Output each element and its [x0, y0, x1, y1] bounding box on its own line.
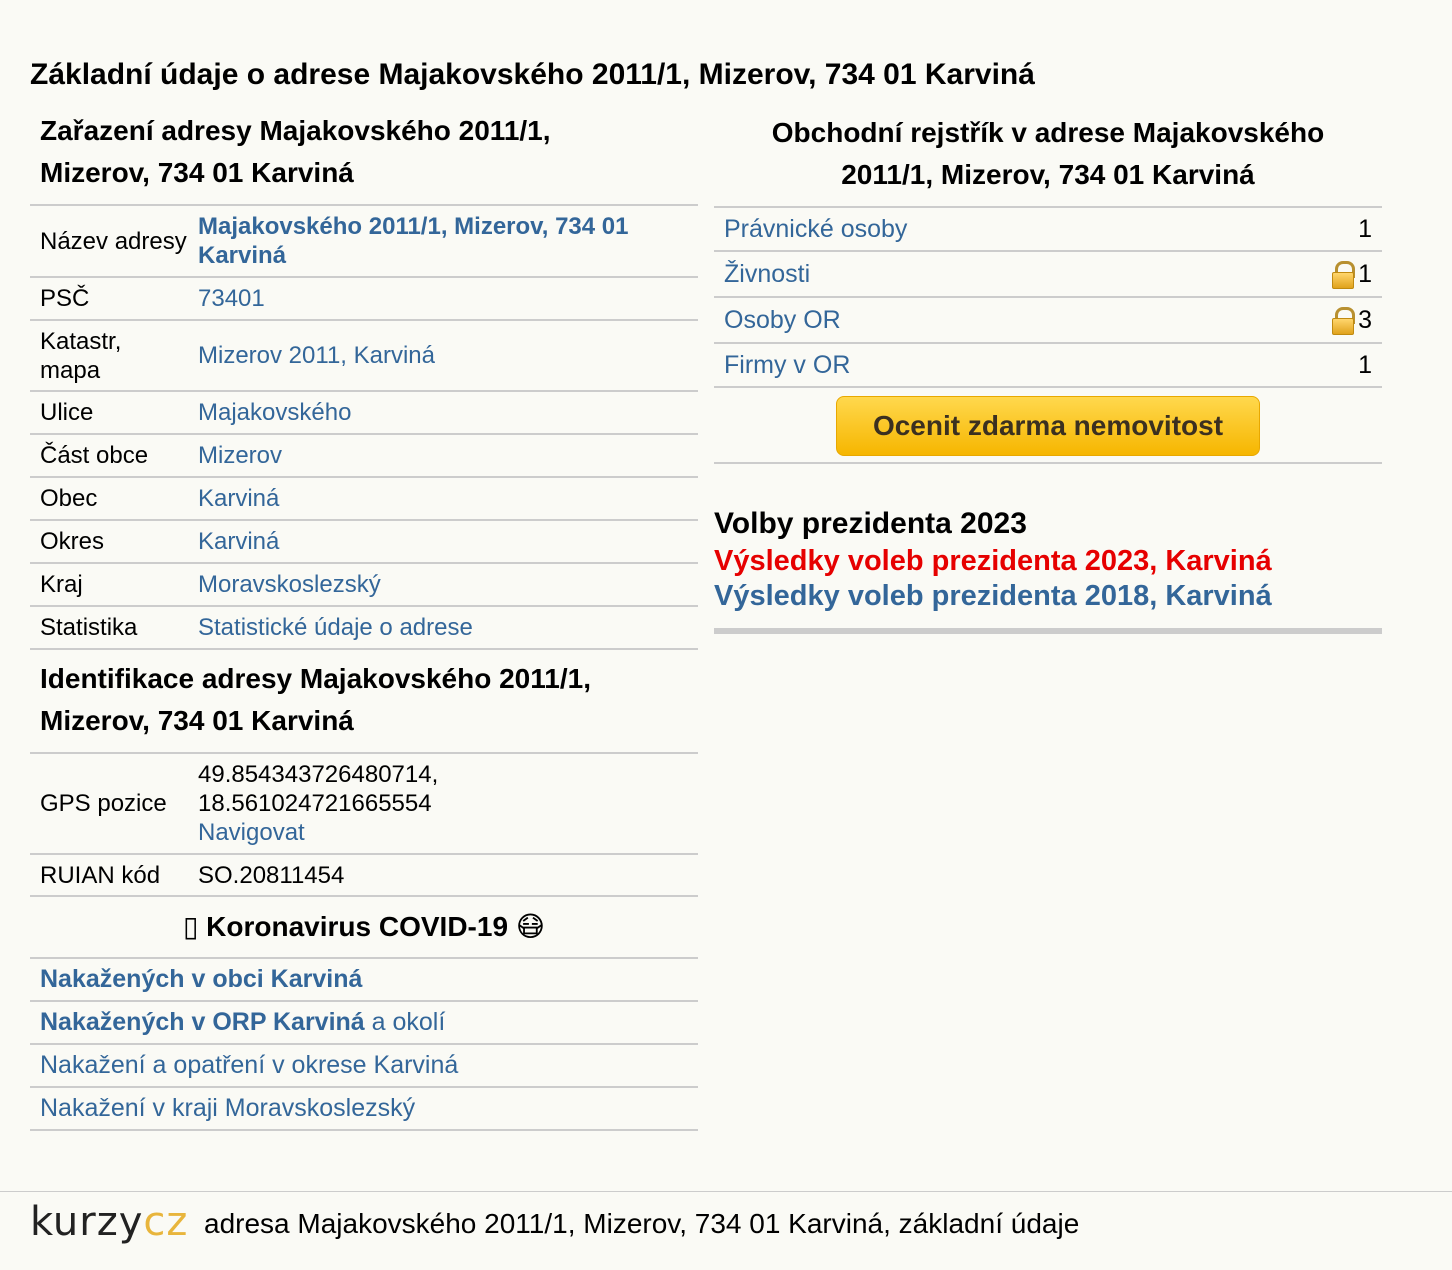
katastr-link[interactable]: Mizerov 2011, Karviná	[198, 342, 435, 369]
ocenit-nemovitost-button[interactable]: Ocenit zdarma nemovitost	[836, 396, 1260, 456]
right-column: Obchodní rejstřík v adrese Majakovského …	[714, 110, 1382, 634]
volby-2018-link[interactable]: Výsledky voleb prezidenta 2018, Karviná	[714, 579, 1382, 614]
table-row: GPS pozice 49.854343726480714, 18.561024…	[30, 754, 698, 855]
osoby-or-link[interactable]: Osoby OR	[724, 306, 1332, 335]
row-label: Kraj	[30, 563, 198, 607]
logo-cz-text: cz	[143, 1199, 189, 1245]
row-label: Část obce	[30, 434, 198, 478]
left-column: Zařazení adresy Majakovského 2011/1, Miz…	[30, 110, 698, 1131]
table-row: Obec Karviná	[30, 477, 698, 521]
rejstrik-row-pravnicke-osoby: Právnické osoby 1	[714, 208, 1382, 252]
zarazeni-heading: Zařazení adresy Majakovského 2011/1, Miz…	[30, 110, 698, 206]
lock-icon[interactable]	[1332, 261, 1356, 289]
row-label: Ulice	[30, 391, 198, 435]
divider	[714, 628, 1382, 634]
rejstrik-heading-line1: Obchodní rejstřík v adrese Majakovského	[771, 117, 1325, 148]
footer: kurzycz adresa Majakovského 2011/1, Mize…	[0, 1191, 1452, 1270]
rejstrik-heading-line2: 2011/1, Mizerov, 734 01 Karviná	[841, 159, 1255, 190]
count-value: 3	[1358, 305, 1372, 334]
row-label: Název adresy	[30, 206, 198, 278]
zivnosti-link[interactable]: Živnosti	[724, 260, 1332, 289]
table-row: Kraj Moravskoslezský	[30, 563, 698, 607]
table-row: Název adresy Majakovského 2011/1, Mizero…	[30, 206, 698, 278]
rejstrik-row-zivnosti: Živnosti 1	[714, 252, 1382, 298]
gps-longitude: 18.561024721665554	[198, 790, 432, 817]
okres-link[interactable]: Karviná	[198, 528, 279, 555]
row-label: Okres	[30, 520, 198, 564]
identifikace-heading-line1: Identifikace adresy Majakovského 2011/1,	[40, 663, 591, 694]
ulice-link[interactable]: Majakovského	[198, 399, 351, 426]
cta-container: Ocenit zdarma nemovitost	[714, 388, 1382, 464]
navigate-link[interactable]: Navigovat	[198, 819, 305, 846]
covid-link-row: Nakažených v ORP Karviná a okolí	[30, 1002, 698, 1045]
identifikace-table: GPS pozice 49.854343726480714, 18.561024…	[30, 754, 698, 897]
cast-obce-link[interactable]: Mizerov	[198, 442, 282, 469]
kraj-link[interactable]: Moravskoslezský	[198, 571, 381, 598]
covid-heading: ▯ Koronavirus COVID-19 😷	[30, 897, 698, 959]
count-value: 1	[1358, 214, 1372, 243]
address-name-link[interactable]: Majakovského 2011/1, Mizerov, 734 01 Kar…	[198, 213, 628, 269]
row-label: Katastr, mapa	[30, 320, 198, 392]
face-mask-icon: 😷	[515, 910, 546, 943]
lock-icon[interactable]	[1332, 307, 1356, 335]
link-bold-text: Nakažených v obci Karviná	[40, 965, 363, 993]
volby-2023-link[interactable]: Výsledky voleb prezidenta 2023, Karviná	[714, 544, 1382, 579]
covid-orp-link[interactable]: Nakažených v ORP Karviná a okolí	[40, 1008, 445, 1036]
table-row: Ulice Majakovského	[30, 391, 698, 435]
covid-obec-link[interactable]: Nakažených v obci Karviná	[40, 965, 362, 993]
zarazeni-table: Název adresy Majakovského 2011/1, Mizero…	[30, 206, 698, 650]
statistika-link[interactable]: Statistické údaje o adrese	[198, 614, 473, 641]
rejstrik-row-firmy-or: Firmy v OR 1	[714, 344, 1382, 388]
kurzy-logo[interactable]: kurzycz	[30, 1202, 188, 1242]
identifikace-heading-line2: Mizerov, 734 01 Karviná	[40, 705, 354, 736]
covid-okres-link[interactable]: Nakažení a opatření v okrese Karviná	[40, 1051, 458, 1079]
ruian-label: RUIAN kód	[30, 854, 198, 897]
table-row: RUIAN kód SO.20811454	[30, 854, 698, 897]
psc-link[interactable]: 73401	[198, 285, 265, 312]
covid-link-row: Nakažení a opatření v okrese Karviná	[30, 1045, 698, 1088]
link-bold-text: Nakažených v ORP Karviná	[40, 1008, 365, 1036]
table-row: PSČ 73401	[30, 277, 698, 321]
firmy-or-link[interactable]: Firmy v OR	[724, 351, 1358, 380]
gps-latitude: 49.854343726480714,	[198, 761, 439, 788]
link-normal-text: a okolí	[364, 1008, 446, 1036]
page-title: Základní údaje o adrese Majakovského 201…	[30, 58, 1035, 91]
zarazeni-heading-line2: Mizerov, 734 01 Karviná	[40, 157, 354, 188]
row-label: Obec	[30, 477, 198, 521]
table-row: Část obce Mizerov	[30, 434, 698, 478]
covid-link-row: Nakažení v kraji Moravskoslezský	[30, 1088, 698, 1131]
zarazeni-heading-line1: Zařazení adresy Majakovského 2011/1,	[40, 115, 551, 146]
identifikace-heading: Identifikace adresy Majakovského 2011/1,…	[30, 650, 698, 754]
table-row: Statistika Statistické údaje o adrese	[30, 606, 698, 650]
covid-link-row: Nakažených v obci Karviná	[30, 959, 698, 1002]
covid-heading-text: Koronavirus COVID-19	[206, 911, 509, 942]
volby-title: Volby prezidenta 2023	[714, 507, 1027, 540]
count-value: 1	[1358, 259, 1372, 288]
table-row: Okres Karviná	[30, 520, 698, 564]
rejstrik-heading: Obchodní rejstřík v adrese Majakovského …	[714, 110, 1382, 208]
covid-kraj-link[interactable]: Nakažení v kraji Moravskoslezský	[40, 1094, 415, 1122]
row-label: Statistika	[30, 606, 198, 650]
ruian-value: SO.20811454	[198, 854, 698, 897]
logo-kurzy-text: kurzy	[30, 1199, 144, 1245]
missing-glyph-icon: ▯	[182, 910, 199, 943]
footer-text: adresa Majakovského 2011/1, Mizerov, 734…	[204, 1208, 1080, 1239]
row-label: PSČ	[30, 277, 198, 321]
gps-label: GPS pozice	[30, 754, 198, 855]
table-row: Katastr, mapa Mizerov 2011, Karviná	[30, 320, 698, 392]
pravnicke-osoby-link[interactable]: Právnické osoby	[724, 215, 1358, 244]
rejstrik-row-osoby-or: Osoby OR 3	[714, 298, 1382, 344]
count-value: 1	[1358, 350, 1372, 379]
obec-link[interactable]: Karviná	[198, 485, 279, 512]
